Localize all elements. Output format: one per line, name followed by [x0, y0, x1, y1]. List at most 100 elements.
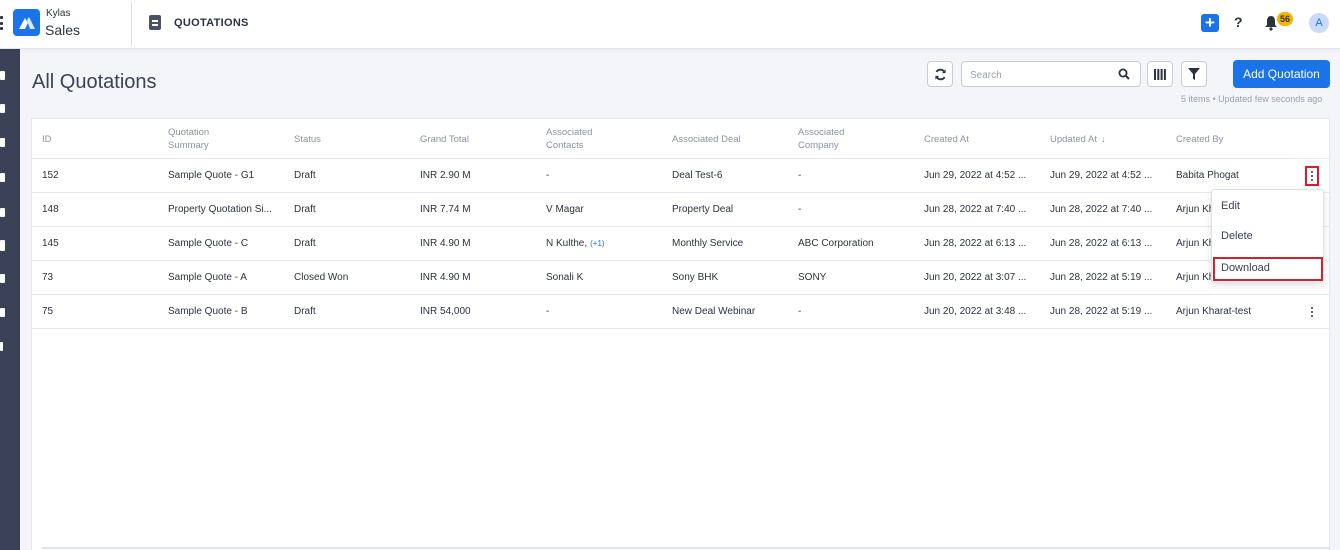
column-header-updated-at[interactable]: Updated At ↓ — [1050, 119, 1150, 159]
column-header-summary[interactable]: Quotation Summary — [168, 119, 268, 159]
cell-created-at: Jun 28, 2022 at 6:13 ... — [924, 238, 1027, 249]
cell-company[interactable]: - — [798, 193, 918, 227]
page-title: All Quotations — [32, 71, 157, 93]
cell-deal[interactable]: Sony BHK — [672, 261, 792, 295]
notification-count-badge: 56 — [1277, 12, 1293, 26]
cell-company[interactable]: - — [798, 159, 918, 193]
filter-icon — [1188, 68, 1200, 80]
cell-updated-at: Jun 28, 2022 at 6:13 ... — [1050, 238, 1153, 249]
quotations-nav-icon[interactable] — [0, 240, 5, 251]
cell-company[interactable]: ABC Corporation — [798, 227, 918, 261]
help-button[interactable]: ? — [1234, 14, 1243, 30]
more-contacts-chip[interactable]: (+1) — [590, 239, 604, 248]
calls-nav-icon[interactable] — [0, 208, 5, 217]
table-header: ID Quotation Summary Status Grand Total … — [32, 119, 1329, 159]
cell-deal[interactable]: Monthly Service — [672, 227, 792, 261]
cell-company[interactable]: SONY — [798, 261, 918, 295]
menu-item-download[interactable]: Download — [1213, 257, 1323, 281]
left-nav-rail — [0, 49, 20, 550]
sort-desc-icon[interactable]: ↓ — [1101, 133, 1106, 146]
table-row[interactable]: 152 Sample Quote - G1 Draft INR 2.90 M -… — [32, 159, 1329, 193]
column-header-company[interactable]: Associated Company — [798, 119, 898, 159]
cell-contacts: - — [546, 295, 666, 329]
cell-updated-at: Jun 28, 2022 at 5:19 ... — [1050, 306, 1153, 317]
table-row[interactable]: 148 Property Quotation Si... Draft INR 7… — [32, 193, 1329, 227]
table-row[interactable]: 75 Sample Quote - B Draft INR 54,000 - N… — [32, 295, 1329, 329]
contact-name[interactable]: Sonali K — [546, 272, 583, 283]
contacts-nav-icon[interactable] — [0, 104, 5, 113]
columns-icon — [1154, 68, 1166, 80]
brand-name: Kylas — [46, 8, 71, 19]
brand-product: Sales — [45, 22, 81, 38]
row-actions-kebab-icon[interactable] — [1305, 302, 1319, 322]
column-header-contacts[interactable]: Associated Contacts — [546, 119, 646, 159]
cell-company[interactable]: - — [798, 295, 918, 329]
list-meta-info: 5 items • Updated few seconds ago — [1181, 94, 1323, 104]
cell-updated-at: Jun 29, 2022 at 4:52 ... — [1050, 170, 1153, 181]
table-row[interactable]: 73 Sample Quote - A Closed Won INR 4.90 … — [32, 261, 1329, 295]
cell-deal[interactable]: Deal Test-6 — [672, 159, 792, 193]
column-header-id[interactable]: ID — [42, 119, 142, 159]
kylas-logo-icon[interactable] — [13, 9, 40, 36]
cell-updated-at: Jun 28, 2022 at 7:40 ... — [1050, 204, 1153, 215]
cell-grand-total: INR 4.90 M — [420, 272, 471, 283]
cell-created-by: Arjun Kharat-test — [1176, 306, 1252, 317]
contact-name[interactable]: - — [546, 306, 549, 317]
cell-summary[interactable]: Property Quotation Si... — [168, 193, 288, 227]
column-header-status[interactable]: Status — [294, 119, 394, 159]
cell-deal[interactable]: Property Deal — [672, 193, 792, 227]
cell-id[interactable]: 148 — [42, 193, 152, 227]
module-title: QUOTATIONS — [174, 17, 249, 29]
cell-grand-total: INR 54,000 — [420, 306, 471, 317]
quick-add-button[interactable]: + — [1201, 14, 1219, 32]
search-field[interactable] — [961, 61, 1141, 87]
menu-toggle-icon[interactable] — [0, 16, 3, 30]
menu-item-delete[interactable]: Delete — [1221, 230, 1253, 242]
cell-status: Draft — [294, 204, 316, 215]
checklist-nav-icon[interactable] — [0, 274, 5, 283]
cell-status: Closed Won — [294, 272, 349, 283]
refresh-button[interactable] — [927, 61, 953, 87]
column-header-created-by[interactable]: Created By — [1176, 119, 1276, 159]
cell-deal[interactable]: New Deal Webinar — [672, 295, 792, 329]
user-avatar[interactable]: A — [1309, 13, 1329, 33]
cell-contacts: N Kulthe, (+1) — [546, 227, 666, 261]
cell-id[interactable]: 145 — [42, 227, 152, 261]
cell-status: Draft — [294, 306, 316, 317]
cell-id[interactable]: 152 — [42, 159, 152, 193]
deals-nav-icon[interactable] — [0, 138, 5, 147]
cell-summary[interactable]: Sample Quote - A — [168, 261, 288, 295]
scrollbar-track[interactable] — [42, 547, 1330, 549]
tasks-nav-icon[interactable] — [0, 173, 5, 182]
contact-name[interactable]: V Magar — [546, 204, 584, 215]
menu-item-edit[interactable]: Edit — [1221, 200, 1240, 212]
cell-summary[interactable]: Sample Quote - B — [168, 295, 288, 329]
cell-summary[interactable]: Sample Quote - C — [168, 227, 288, 261]
reports-nav-icon[interactable] — [0, 308, 5, 317]
column-header-created-at[interactable]: Created At — [924, 119, 1024, 159]
cell-contacts: - — [546, 159, 666, 193]
row-actions-kebab-icon[interactable] — [1305, 166, 1319, 186]
row-actions-menu: Edit Delete Download — [1211, 189, 1324, 283]
contact-name[interactable]: - — [546, 170, 549, 181]
table-row[interactable]: 145 Sample Quote - C Draft INR 4.90 M N … — [32, 227, 1329, 261]
cell-status: Draft — [294, 238, 316, 249]
search-input[interactable] — [970, 67, 1110, 83]
column-header-grand-total[interactable]: Grand Total — [420, 119, 520, 159]
cell-id[interactable]: 73 — [42, 261, 152, 295]
filter-button[interactable] — [1181, 61, 1207, 87]
cell-contacts: V Magar — [546, 193, 666, 227]
cell-id[interactable]: 75 — [42, 295, 152, 329]
top-header: Kylas Sales QUOTATIONS + ? 56 A — [0, 0, 1340, 49]
cell-contacts: Sonali K — [546, 261, 666, 295]
search-icon[interactable] — [1118, 68, 1130, 80]
cell-summary[interactable]: Sample Quote - G1 — [168, 159, 288, 193]
column-settings-button[interactable] — [1147, 61, 1173, 87]
column-header-deal[interactable]: Associated Deal — [672, 119, 772, 159]
cell-created-at: Jun 29, 2022 at 4:52 ... — [924, 170, 1027, 181]
cell-status: Draft — [294, 170, 316, 181]
dashboard-nav-icon[interactable] — [0, 71, 5, 80]
add-quotation-button[interactable]: Add Quotation — [1233, 60, 1330, 88]
contact-name[interactable]: N Kulthe, — [546, 238, 587, 249]
info-nav-icon[interactable] — [0, 342, 3, 351]
